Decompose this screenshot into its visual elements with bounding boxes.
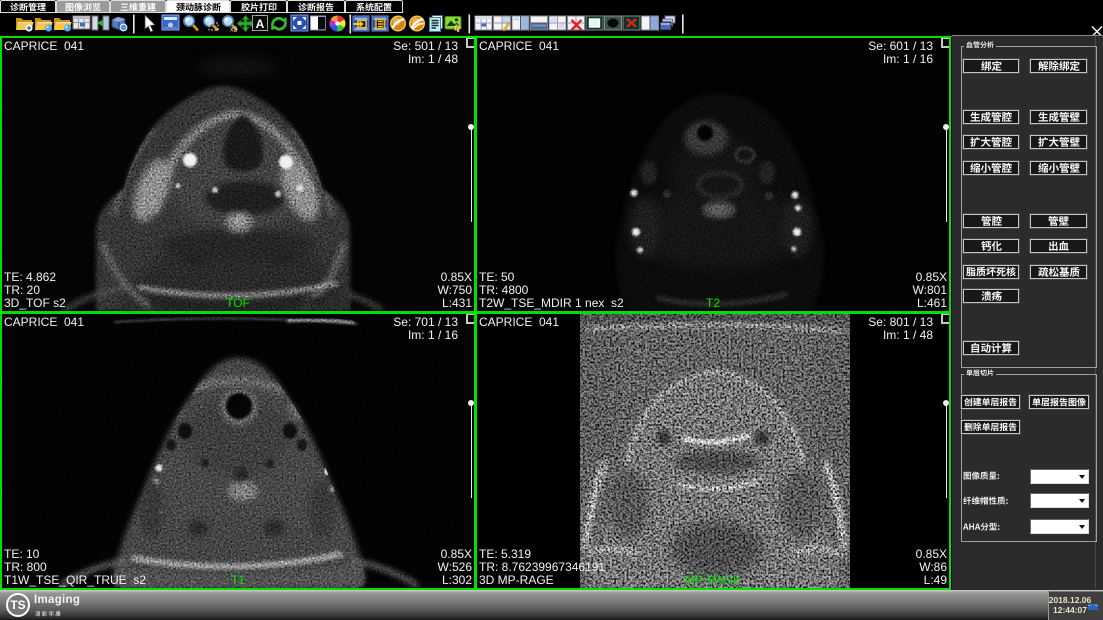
svg-text:A: A (256, 17, 265, 31)
svg-text:x2: x2 (230, 27, 238, 34)
